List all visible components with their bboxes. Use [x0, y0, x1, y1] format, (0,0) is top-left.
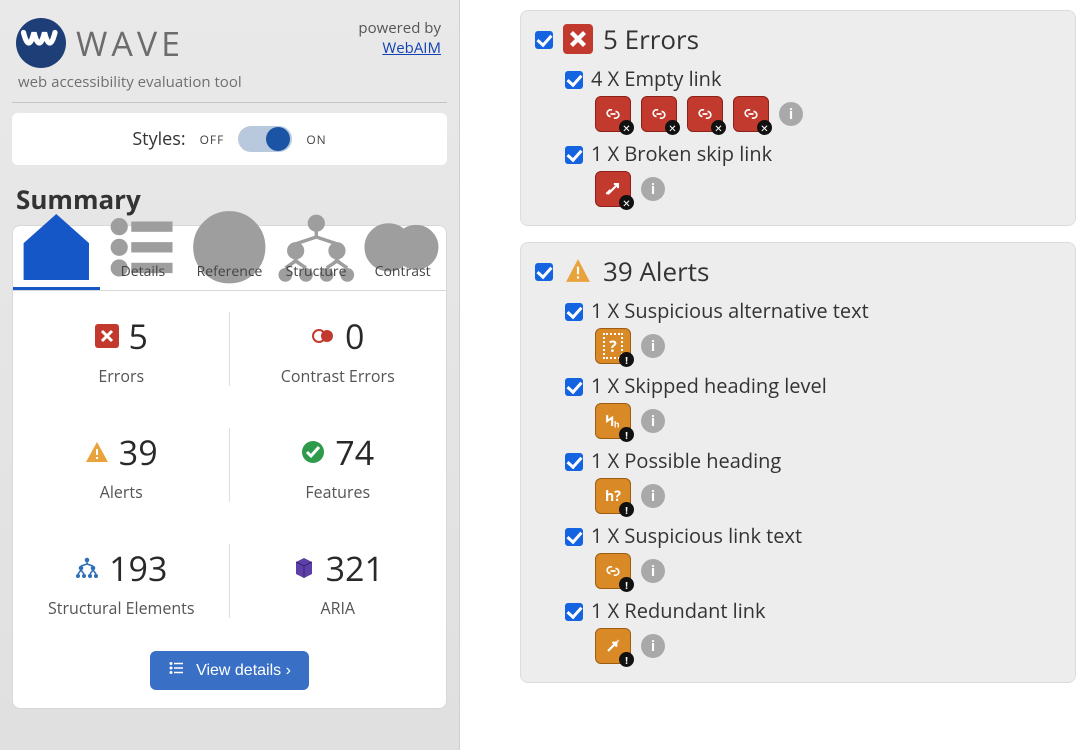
- info-icon[interactable]: i: [641, 334, 665, 358]
- contrast-error-icon: [311, 324, 335, 348]
- tab-label: Structure: [275, 262, 358, 281]
- info-icon[interactable]: i: [641, 559, 665, 583]
- stat-errors[interactable]: 5 Errors: [13, 291, 230, 407]
- category-label: 1 X Broken skip link: [591, 140, 772, 167]
- empty-link-thumb[interactable]: [595, 96, 631, 132]
- contrast-icon: [361, 236, 444, 258]
- stat-contrast[interactable]: 0 Contrast Errors: [230, 291, 447, 407]
- thumb-glyph: h?: [605, 487, 621, 506]
- alert-icon: [563, 256, 593, 286]
- stat-value: 193: [109, 545, 167, 591]
- stat-value: 5: [129, 313, 148, 359]
- stat-features[interactable]: 74 Features: [230, 407, 447, 523]
- empty-link-thumb[interactable]: [687, 96, 723, 132]
- category-label: 4 X Empty link: [591, 65, 721, 92]
- empty-link-checkbox[interactable]: [565, 71, 583, 89]
- brand-title: WAVE: [76, 20, 184, 66]
- svg-text:h: h: [614, 420, 620, 430]
- tab-summary[interactable]: Summary: [13, 226, 100, 290]
- tab-label: Reference: [188, 262, 271, 281]
- tab-details[interactable]: Details: [100, 226, 187, 290]
- list-icon: [102, 236, 185, 258]
- group-heading: 5 Errors: [603, 21, 699, 57]
- details-panel: 5 Errors 4 X Empty link i 1 X Broken ski…: [460, 0, 1086, 750]
- susp-link-checkbox[interactable]: [565, 528, 583, 546]
- errors-group: 5 Errors 4 X Empty link i 1 X Broken ski…: [520, 10, 1076, 226]
- redundant-link-thumb[interactable]: [595, 628, 631, 664]
- alerts-group: 39 Alerts 1 X Suspicious alternative tex…: [520, 242, 1076, 683]
- styles-toggle-bar: Styles: OFF ON: [12, 113, 447, 165]
- category-label: 1 X Possible heading: [591, 447, 781, 474]
- structure-icon: [75, 556, 99, 580]
- view-details-button[interactable]: View details ›: [150, 651, 309, 690]
- empty-link-thumb[interactable]: [641, 96, 677, 132]
- stat-label: Errors: [23, 365, 220, 387]
- category-label: 1 X Suspicious alternative text: [591, 297, 869, 324]
- styles-label: Styles:: [132, 127, 185, 151]
- info-icon[interactable]: i: [641, 484, 665, 508]
- summary-grid: 5 Errors 0 Contrast Errors 39 Alerts: [13, 291, 446, 639]
- list-icon: [168, 659, 186, 682]
- wave-logo: WAVE: [16, 18, 184, 68]
- styles-off-label: OFF: [200, 131, 225, 148]
- stat-structural[interactable]: 193 Structural Elements: [13, 523, 230, 639]
- button-label: View details ›: [196, 662, 291, 680]
- info-icon[interactable]: i: [641, 409, 665, 433]
- styles-on-label: ON: [306, 131, 326, 148]
- empty-link-thumb[interactable]: [733, 96, 769, 132]
- tab-reference[interactable]: Reference: [186, 226, 273, 290]
- possible-heading-thumb[interactable]: h?: [595, 478, 631, 514]
- category-label: 1 X Suspicious link text: [591, 522, 802, 549]
- webaim-link[interactable]: WebAIM: [382, 38, 441, 58]
- stat-label: Features: [240, 481, 437, 503]
- wave-sidebar: WAVE powered by WebAIM web accessibility…: [0, 0, 460, 750]
- susp-alt-thumb[interactable]: ?: [595, 328, 631, 364]
- info-icon[interactable]: i: [641, 634, 665, 658]
- stat-value: 321: [326, 545, 384, 591]
- styles-toggle[interactable]: [238, 126, 292, 152]
- tree-icon: [275, 236, 358, 258]
- powered-by: powered by WebAIM: [358, 18, 441, 58]
- stat-value: 0: [345, 313, 364, 359]
- tab-contrast[interactable]: Contrast: [359, 226, 446, 290]
- error-icon: [95, 324, 119, 348]
- broken-skip-thumb[interactable]: [595, 171, 631, 207]
- alerts-checkbox[interactable]: [535, 263, 553, 281]
- stat-value: 74: [335, 429, 374, 475]
- info-icon[interactable]: i: [641, 177, 665, 201]
- susp-alt-checkbox[interactable]: [565, 303, 583, 321]
- tab-label: Summary: [15, 262, 98, 281]
- feature-icon: [301, 440, 325, 464]
- stat-label: Alerts: [23, 481, 220, 503]
- tabs: Summary Details Reference Structure Cont…: [13, 226, 446, 291]
- powered-by-label: powered by: [358, 18, 441, 38]
- alert-icon: [85, 440, 109, 464]
- wave-logo-icon: [16, 18, 66, 68]
- category-label: 1 X Redundant link: [591, 597, 766, 624]
- error-icon: [563, 24, 593, 54]
- skipped-heading-thumb[interactable]: h: [595, 403, 631, 439]
- skipped-heading-checkbox[interactable]: [565, 378, 583, 396]
- stat-alerts[interactable]: 39 Alerts: [13, 407, 230, 523]
- tab-structure[interactable]: Structure: [273, 226, 360, 290]
- susp-link-thumb[interactable]: [595, 553, 631, 589]
- stat-label: Structural Elements: [23, 597, 220, 619]
- summary-panel: Summary Details Reference Structure Cont…: [12, 225, 447, 709]
- stat-label: ARIA: [240, 597, 437, 619]
- redundant-link-checkbox[interactable]: [565, 603, 583, 621]
- home-icon: [15, 236, 98, 258]
- info-icon: [188, 236, 271, 258]
- errors-checkbox[interactable]: [535, 31, 553, 49]
- stat-value: 39: [119, 429, 158, 475]
- category-label: 1 X Skipped heading level: [591, 372, 827, 399]
- stat-aria[interactable]: 321 ARIA: [230, 523, 447, 639]
- aria-icon: [292, 556, 316, 580]
- stat-label: Contrast Errors: [240, 365, 437, 387]
- possible-heading-checkbox[interactable]: [565, 453, 583, 471]
- brand-subtitle: web accessibility evaluation tool: [12, 68, 447, 100]
- broken-skip-checkbox[interactable]: [565, 146, 583, 164]
- group-heading: 39 Alerts: [603, 253, 709, 289]
- info-icon[interactable]: i: [779, 102, 803, 126]
